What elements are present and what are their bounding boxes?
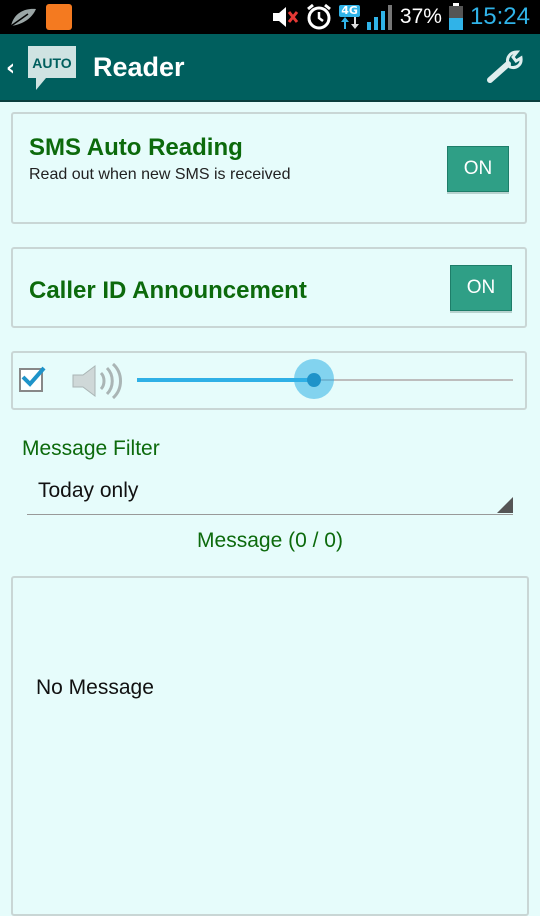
4g-icon: 4G xyxy=(339,4,360,17)
action-bar: ‹ AUTO Reader xyxy=(0,34,540,102)
dropdown-arrow-icon xyxy=(497,497,513,513)
message-list[interactable]: No Message xyxy=(11,576,529,916)
volume-card xyxy=(11,351,527,410)
mute-icon xyxy=(273,7,299,27)
status-right: 4G 37% 15:24 xyxy=(271,2,530,32)
caller-id-title: Caller ID Announcement xyxy=(29,277,307,304)
volume-fill xyxy=(137,378,314,382)
sms-auto-reading-card: SMS Auto Reading Read out when new SMS i… xyxy=(11,112,527,224)
data-arrows-icon xyxy=(340,17,359,29)
sms-auto-reading-toggle[interactable]: ON xyxy=(447,146,509,192)
page-title: Reader xyxy=(93,52,185,82)
clock: 15:24 xyxy=(469,3,530,30)
volume-slider[interactable] xyxy=(137,359,513,399)
caller-id-toggle[interactable]: ON xyxy=(450,265,512,311)
leaf-icon xyxy=(10,8,36,27)
empty-message-text: No Message xyxy=(36,676,154,699)
wrench-icon[interactable] xyxy=(486,50,526,84)
message-filter-value: Today only xyxy=(38,479,139,502)
message-count: Message (0 / 0) xyxy=(197,529,343,552)
back-chevron-icon[interactable]: ‹ xyxy=(6,56,15,81)
status-bar: 4G 37% 15:24 xyxy=(0,0,540,34)
sms-auto-reading-subtitle: Read out when new SMS is received xyxy=(29,166,291,183)
auto-logo-icon[interactable]: AUTO xyxy=(26,42,78,94)
4g-indicator: 4G xyxy=(339,5,360,29)
volume-thumb[interactable] xyxy=(306,373,321,387)
battery-percent: 37% xyxy=(399,5,442,28)
app-badge-icon xyxy=(46,4,72,30)
sms-auto-reading-title: SMS Auto Reading xyxy=(29,134,243,161)
message-filter-label: Message Filter xyxy=(22,437,160,460)
battery-icon xyxy=(448,3,463,30)
alarm-icon xyxy=(307,3,332,30)
message-filter-select[interactable]: Today only xyxy=(27,474,513,515)
signal-icon xyxy=(366,5,392,30)
logo-text: AUTO xyxy=(32,55,72,71)
speaker-icon xyxy=(72,363,122,399)
status-left xyxy=(8,4,72,30)
volume-checkbox[interactable] xyxy=(19,366,46,392)
checkmark-icon xyxy=(21,366,46,387)
caller-id-card: Caller ID Announcement ON xyxy=(11,247,527,328)
